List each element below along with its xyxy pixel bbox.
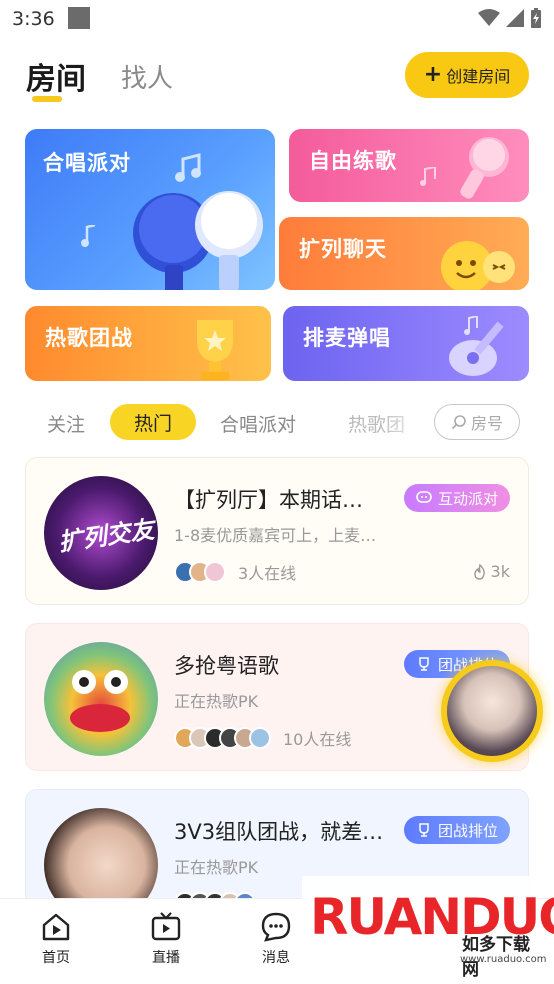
trophy-icon xyxy=(197,320,233,380)
watermark: RUANDUO 如多下载网 www.ruaduo.com xyxy=(302,876,554,980)
filter-chorus-party[interactable]: 合唱派对 xyxy=(220,410,296,437)
online-count: 10人在线 xyxy=(283,730,352,749)
room-title: 多抢粤语歌 xyxy=(174,654,279,678)
status-icons xyxy=(478,8,542,28)
avatar xyxy=(249,727,271,749)
online-row: 10人在线 xyxy=(174,726,351,750)
filter-follow[interactable]: 关注 xyxy=(47,410,85,437)
chat-bubble-icon xyxy=(416,491,432,503)
nav-messages[interactable]: 消息 xyxy=(246,911,306,967)
heat-value: 3k xyxy=(490,562,510,581)
filter-row: 关注 热门 合唱派对 热歌团 房号 xyxy=(0,400,554,444)
room-badge: 互动派对 xyxy=(403,484,510,512)
avatar xyxy=(447,666,537,756)
emoji-face-icon xyxy=(441,241,515,290)
avatar xyxy=(204,561,226,583)
music-note-icon xyxy=(464,316,478,335)
card-label: 热歌团战 xyxy=(45,326,133,350)
room-subtitle: 正在热歌PK xyxy=(174,858,259,877)
top-tabs: 房间 找人 + 创建房间 xyxy=(0,50,554,110)
wifi-icon xyxy=(478,9,500,26)
nav-live[interactable]: 直播 xyxy=(136,911,196,967)
microphone-illustration-icon xyxy=(460,137,509,199)
heat-count: 3k xyxy=(473,562,510,581)
card-label: 扩列聊天 xyxy=(299,237,387,261)
avatar-text: 扩列交友 xyxy=(56,515,156,557)
room-subtitle: 正在热歌PK xyxy=(174,692,259,711)
music-note-icon xyxy=(81,225,96,247)
trophy-icon xyxy=(419,657,429,671)
message-bubble-icon xyxy=(261,912,291,942)
card-label: 合唱派对 xyxy=(43,151,131,175)
tab-people[interactable]: 找人 xyxy=(121,58,173,95)
music-note-icon xyxy=(420,167,436,186)
floating-room-avatar[interactable] xyxy=(441,660,543,762)
search-placeholder: 房号 xyxy=(470,414,503,433)
search-icon xyxy=(451,415,466,430)
card-label: 排麦弹唱 xyxy=(303,326,391,350)
category-card-mic-singing[interactable]: 排麦弹唱 xyxy=(283,306,529,381)
tab-indicator xyxy=(32,96,62,102)
cartoon-face-icon xyxy=(70,670,130,732)
badge-label: 团战排位 xyxy=(437,821,498,840)
trophy-icon xyxy=(419,823,429,837)
nav-messages-label: 消息 xyxy=(262,950,290,966)
microphone-illustration-icon xyxy=(133,191,263,290)
fade-mask xyxy=(382,400,430,444)
member-avatars xyxy=(174,727,271,749)
nav-home-label: 首页 xyxy=(42,950,70,966)
status-bar: 3:36 xyxy=(0,0,554,38)
category-card-free-practice[interactable]: 自由练歌 xyxy=(289,129,529,202)
card-label: 自由练歌 xyxy=(309,149,397,173)
room-title: 【扩列厅】本期话… xyxy=(174,488,363,512)
online-row: 3人在线 xyxy=(174,560,296,584)
room-number-search[interactable]: 房号 xyxy=(434,404,520,440)
watermark-url: www.ruaduo.com xyxy=(460,954,547,965)
online-count: 3人在线 xyxy=(238,564,297,583)
create-room-button[interactable]: + 创建房间 xyxy=(405,52,529,98)
status-time: 3:36 xyxy=(12,8,55,30)
create-room-label: 创建房间 xyxy=(446,67,511,86)
battery-icon xyxy=(531,8,541,28)
room-avatar xyxy=(44,642,158,756)
member-avatars xyxy=(174,561,226,583)
nav-live-label: 直播 xyxy=(152,950,180,966)
tv-icon xyxy=(151,912,181,941)
category-card-expand-chat[interactable]: 扩列聊天 xyxy=(279,217,529,290)
nav-home[interactable]: 首页 xyxy=(26,911,86,967)
filter-hot[interactable]: 热门 xyxy=(110,404,196,440)
room-avatar: 扩列交友 xyxy=(44,476,158,590)
home-play-icon xyxy=(42,913,70,941)
room-title: 3V3组队团战，就差… xyxy=(174,820,384,844)
badge-label: 互动派对 xyxy=(437,489,498,508)
room-card[interactable]: 扩列交友 【扩列厅】本期话… 1-8麦优质嘉宾可上，上麦… 3人在线 互动派对 … xyxy=(25,457,529,605)
category-card-hot-battle[interactable]: 热歌团战 xyxy=(25,306,271,381)
notification-icon xyxy=(68,7,90,29)
category-card-chorus-party[interactable]: 合唱派对 xyxy=(25,129,275,290)
room-subtitle: 1-8麦优质嘉宾可上，上麦… xyxy=(174,526,377,545)
music-note-icon xyxy=(175,153,201,182)
room-badge: 团战排位 xyxy=(403,816,510,844)
signal-icon xyxy=(506,9,524,27)
plus-icon: + xyxy=(423,62,443,87)
flame-icon xyxy=(473,563,485,580)
tab-rooms[interactable]: 房间 xyxy=(26,54,86,98)
